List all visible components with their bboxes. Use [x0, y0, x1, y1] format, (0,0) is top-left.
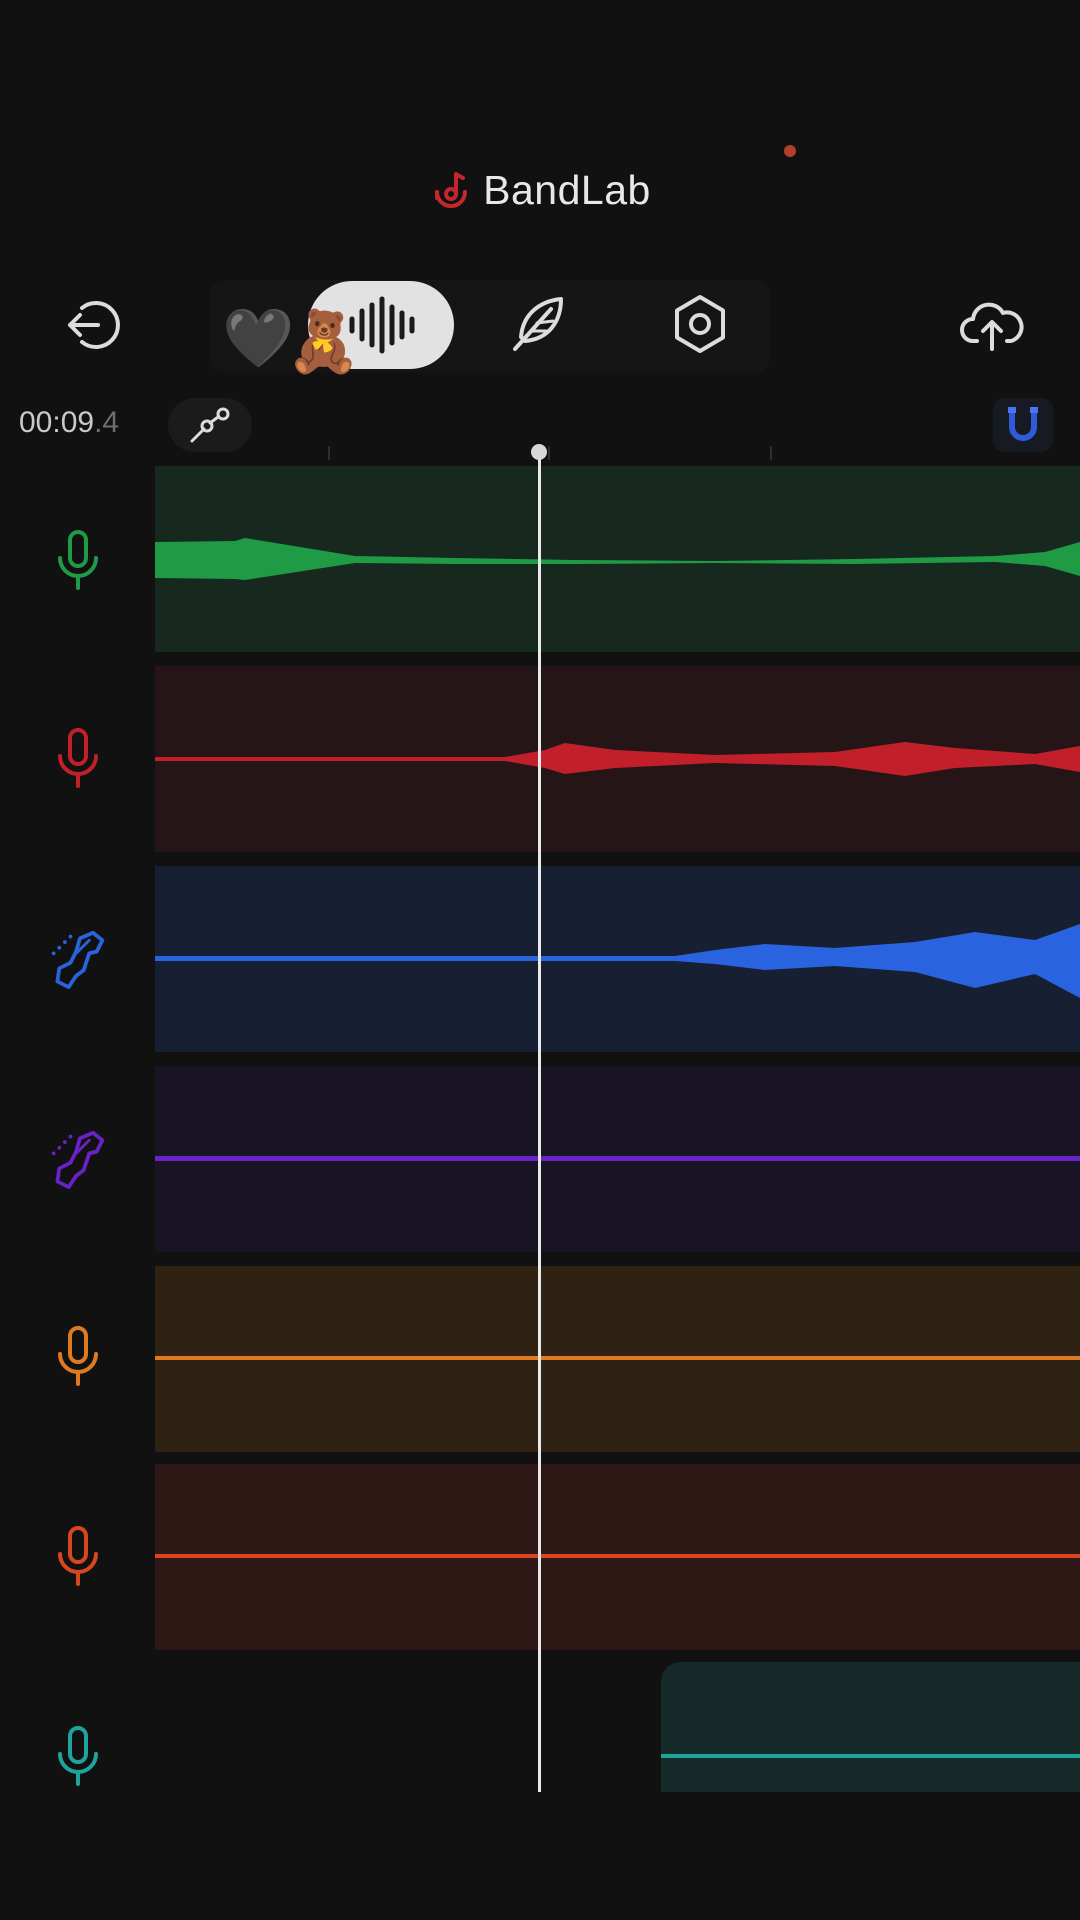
track-4-instrument-button[interactable]: [48, 1124, 108, 1194]
track-3-clip[interactable]: [155, 866, 1080, 1052]
brand-name: BandLab: [483, 166, 651, 213]
playhead-time: 00:09.4: [19, 406, 119, 440]
ruler-tick: [770, 446, 772, 460]
exit-arrow-icon: [68, 301, 120, 349]
ruler-tick: [548, 446, 550, 460]
microphone-icon: [58, 1726, 98, 1786]
cloud-upload-icon: [960, 302, 1024, 351]
track-4-clip[interactable]: [155, 1066, 1080, 1252]
hexagon-settings-icon: [675, 295, 725, 353]
track-7-waveform: [661, 1754, 1080, 1758]
track-5-waveform: [155, 1356, 1080, 1360]
feather-icon: [513, 297, 563, 351]
automation-button[interactable]: [168, 398, 252, 452]
magnet-snap-icon: [1008, 407, 1038, 441]
track-6-clip[interactable]: [155, 1464, 1080, 1650]
track-1-instrument-button[interactable]: [48, 526, 108, 596]
settings-button[interactable]: [664, 288, 736, 360]
track-1-waveform: [155, 538, 1080, 580]
track-5-clip[interactable]: [155, 1266, 1080, 1452]
playhead-line[interactable]: [538, 452, 541, 1792]
effects-button[interactable]: [502, 288, 574, 360]
microphone-icon: [58, 1526, 98, 1586]
bandlab-logo-icon: [435, 172, 468, 208]
upload-button[interactable]: [954, 292, 1030, 358]
microphone-icon: [58, 530, 98, 590]
ruler-tick: [328, 446, 330, 460]
app-header: BandLab: [0, 160, 1080, 220]
track-3-waveform: [155, 924, 1080, 998]
back-button[interactable]: [56, 292, 126, 358]
recording-indicator: [784, 145, 796, 157]
microphone-icon: [58, 1326, 98, 1386]
black-heart-emoji: 🖤: [222, 304, 295, 372]
automation-node-icon: [190, 407, 230, 443]
track-1-clip[interactable]: [155, 466, 1080, 652]
time-main: 00:09: [19, 406, 95, 439]
track-2-clip[interactable]: [155, 666, 1080, 852]
track-2-instrument-button[interactable]: [48, 724, 108, 794]
time-fraction: .4: [94, 406, 120, 439]
snap-toggle-button[interactable]: [993, 398, 1053, 452]
playhead-handle[interactable]: [531, 444, 547, 460]
track-5-instrument-button[interactable]: [48, 1322, 108, 1392]
electric-guitar-icon: [51, 930, 105, 989]
track-3-instrument-button[interactable]: [48, 924, 108, 994]
electric-guitar-icon: [51, 1130, 105, 1189]
track-2-waveform: [155, 742, 1080, 776]
track-4-waveform: [155, 1156, 1080, 1161]
track-7-instrument-button[interactable]: [48, 1722, 108, 1792]
track-6-waveform: [155, 1554, 1080, 1558]
track-7-clip[interactable]: [661, 1662, 1080, 1792]
track-6-instrument-button[interactable]: [48, 1522, 108, 1592]
teddy-bear-emoji: 🧸: [286, 307, 361, 377]
emoji-sticker: 🖤 🧸: [218, 302, 368, 382]
microphone-icon: [58, 728, 98, 788]
